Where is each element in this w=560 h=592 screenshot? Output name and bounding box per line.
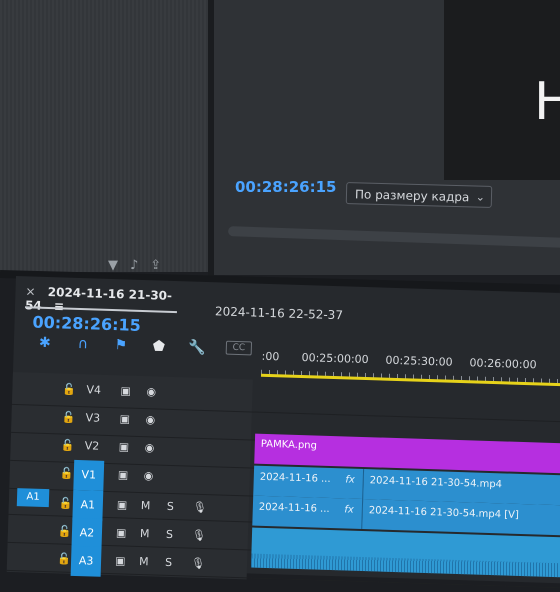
lock-icon[interactable]: 🔓 (60, 466, 74, 479)
eye-icon[interactable]: ◉ (144, 441, 154, 454)
timeline-timecode[interactable]: 00:28:26:15 (32, 313, 141, 335)
clip-label: 2024-11-16 ... (259, 471, 331, 485)
marker-add-icon[interactable]: ⬟ (150, 338, 168, 355)
eye-icon[interactable]: ◉ (144, 469, 154, 482)
source-panel-icons: ▼ ♪ ⇪ (108, 258, 161, 273)
source-panel (0, 0, 212, 272)
sync-lock-icon[interactable]: ▣ (115, 554, 126, 567)
source-panel-surface (0, 0, 212, 272)
track-label[interactable]: V4 (86, 383, 101, 396)
fx-badge: fx (344, 504, 354, 516)
export-icon[interactable]: ⇪ (150, 258, 161, 273)
eye-icon[interactable]: ◉ (145, 413, 155, 426)
filter-icon[interactable]: ▼ (108, 258, 118, 273)
ruler-label: 00:25:00:00 (301, 351, 369, 367)
program-video-text: Н (534, 72, 560, 132)
mute-button[interactable]: M (139, 555, 149, 568)
mute-button[interactable]: M (141, 499, 151, 512)
sync-lock-icon[interactable]: ▣ (116, 526, 127, 539)
magnet-icon[interactable]: ∩ (74, 336, 92, 353)
chevron-down-icon: ⌄ (475, 190, 486, 204)
marker-icon[interactable]: ⚑ (112, 337, 130, 354)
mic-icon[interactable]: 🎙 (192, 529, 206, 542)
source-patch-a1[interactable]: A1 (16, 488, 50, 508)
lock-icon[interactable]: 🔓 (62, 383, 76, 396)
ruler-label: 00:26:00:00 (469, 356, 537, 372)
ruler-label: :00 (261, 349, 280, 364)
track-target-a2[interactable]: A2 (71, 517, 103, 549)
lock-icon[interactable]: 🔓 (57, 552, 71, 565)
captions-icon[interactable]: CC (225, 340, 253, 356)
film-icon[interactable]: ▣ (120, 384, 131, 397)
fx-badge: fx (345, 474, 355, 486)
lock-icon[interactable]: 🔓 (59, 496, 73, 509)
clip-label: 2024-11-16 ... (258, 501, 330, 515)
film-icon[interactable]: ▣ (118, 468, 129, 481)
track-label[interactable]: V2 (84, 439, 99, 452)
film-icon[interactable]: ▣ (119, 412, 130, 425)
sync-lock-icon[interactable]: ▣ (117, 498, 128, 511)
mute-button[interactable]: M (140, 527, 150, 540)
mic-icon[interactable]: 🎙 (191, 557, 205, 570)
track-target-v1[interactable]: V1 (73, 459, 105, 491)
close-icon[interactable]: × (25, 284, 35, 298)
clip-label: 2024-11-16 21-30-54.mp4 [V] (368, 505, 520, 521)
zoom-fit-dropdown[interactable]: По размеру кадра ⌄ (345, 182, 493, 208)
lock-icon[interactable]: 🔓 (61, 438, 75, 451)
solo-button[interactable]: S (167, 500, 174, 513)
timeline-toolbar: ✱ ∩ ⚑ ⬟ 🔧 CC (36, 335, 253, 358)
solo-button[interactable]: S (165, 556, 172, 569)
program-timecode[interactable]: 00:28:26:15 (235, 178, 337, 196)
wrench-icon[interactable]: 🔧 (188, 339, 206, 356)
clip-video-v1-left[interactable]: 2024-11-16 ... fx (252, 495, 364, 529)
track-target-a3[interactable]: A3 (70, 545, 102, 577)
tab-sequence-inactive[interactable]: 2024-11-16 22-52-37 (215, 304, 343, 322)
mic-icon[interactable]: 🎙 (193, 501, 207, 514)
zoom-fit-label: По размеру кадра (354, 187, 470, 205)
lock-icon[interactable]: 🔓 (58, 524, 72, 537)
lock-icon[interactable]: 🔓 (61, 411, 75, 424)
solo-button[interactable]: S (166, 528, 173, 541)
clip-video-v2-left[interactable]: 2024-11-16 ... fx (253, 465, 365, 500)
timeline-panel: × 2024-11-16 21-30-54 ≡ 2024-11-16 22-52… (6, 276, 560, 589)
music-icon[interactable]: ♪ (130, 258, 138, 273)
ruler-label: 00:25:30:00 (385, 353, 453, 369)
snap-icon[interactable]: ✱ (36, 335, 54, 352)
clip-label: 2024-11-16 21-30-54.mp4 (369, 475, 503, 491)
film-icon[interactable]: ▣ (118, 440, 129, 453)
eye-icon[interactable]: ◉ (146, 385, 156, 398)
track-target-a1[interactable]: A1 (72, 489, 104, 521)
track-label[interactable]: V3 (85, 411, 100, 424)
